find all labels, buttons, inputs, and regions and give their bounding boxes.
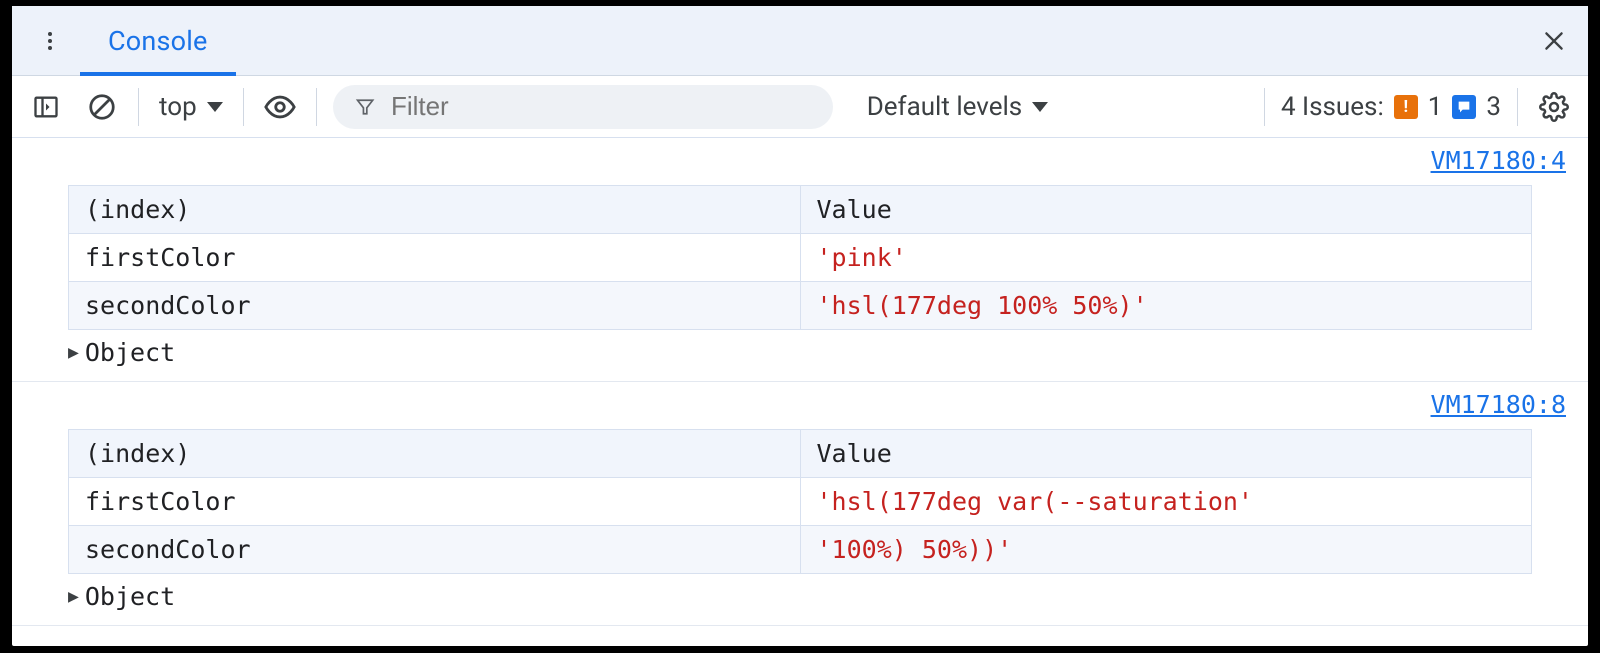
cell-key: firstColor (69, 478, 801, 526)
filter-icon (355, 96, 375, 118)
console-toolbar: top Default levels 4 Issues: ! 1 3 (12, 76, 1588, 138)
source-link[interactable]: VM17180:4 (1431, 146, 1566, 175)
object-label: Object (85, 582, 175, 611)
info-badge-icon (1452, 95, 1476, 119)
object-expander[interactable]: ▶ Object (68, 338, 1532, 367)
console-table: (index) Value firstColor 'hsl(177deg var… (68, 429, 1532, 574)
cell-value: '100%) 50%))' (800, 526, 1532, 574)
console-log-entry: VM17180:4 (index) Value firstColor 'pink… (12, 138, 1588, 382)
console-output: VM17180:4 (index) Value firstColor 'pink… (12, 138, 1588, 626)
table-header-value[interactable]: Value (800, 186, 1532, 234)
warning-badge-icon: ! (1394, 95, 1418, 119)
toolbar-separator (138, 88, 139, 126)
toggle-drawer-icon[interactable] (26, 87, 66, 127)
issues-counter[interactable]: 4 Issues: ! 1 3 (1281, 92, 1501, 122)
settings-icon[interactable] (1534, 87, 1574, 127)
table-row[interactable]: secondColor 'hsl(177deg 100% 50%)' (69, 282, 1532, 330)
table-row[interactable]: secondColor '100%) 50%))' (69, 526, 1532, 574)
chevron-down-icon (1032, 102, 1048, 112)
triangle-right-icon: ▶ (68, 586, 79, 607)
execution-context-selector[interactable]: top (155, 92, 227, 122)
cell-key: secondColor (69, 282, 801, 330)
warn-count: 1 (1428, 92, 1443, 122)
table-header-index[interactable]: (index) (69, 430, 801, 478)
source-link[interactable]: VM17180:8 (1431, 390, 1566, 419)
toolbar-separator (1517, 88, 1518, 126)
object-expander[interactable]: ▶ Object (68, 582, 1532, 611)
chevron-down-icon (207, 102, 223, 112)
issues-label: 4 Issues: (1281, 92, 1384, 122)
filter-input[interactable] (391, 91, 811, 122)
close-icon[interactable] (1532, 19, 1576, 63)
filter-input-wrapper[interactable] (333, 85, 833, 129)
cell-value: 'hsl(177deg var(--saturation' (800, 478, 1532, 526)
context-label: top (159, 92, 197, 122)
tab-console[interactable]: Console (80, 6, 236, 76)
levels-label: Default levels (867, 92, 1023, 122)
console-table: (index) Value firstColor 'pink' secondCo… (68, 185, 1532, 330)
table-row[interactable]: firstColor 'pink' (69, 234, 1532, 282)
cell-value: 'hsl(177deg 100% 50%)' (800, 282, 1532, 330)
tab-bar: Console (12, 6, 1588, 76)
cell-key: secondColor (69, 526, 801, 574)
console-log-entry: VM17180:8 (index) Value firstColor 'hsl(… (12, 382, 1588, 626)
cell-key: firstColor (69, 234, 801, 282)
table-header-value[interactable]: Value (800, 430, 1532, 478)
live-expression-icon[interactable] (260, 87, 300, 127)
cell-value: 'pink' (800, 234, 1532, 282)
clear-console-icon[interactable] (82, 87, 122, 127)
toolbar-separator (243, 88, 244, 126)
object-label: Object (85, 338, 175, 367)
devtools-frame: Console top Default levels (12, 6, 1588, 646)
toolbar-separator (316, 88, 317, 126)
toolbar-separator (1264, 88, 1265, 126)
log-level-selector[interactable]: Default levels (867, 92, 1049, 122)
triangle-right-icon: ▶ (68, 342, 79, 363)
info-count: 3 (1486, 92, 1501, 122)
more-options-icon[interactable] (26, 17, 74, 65)
table-header-index[interactable]: (index) (69, 186, 801, 234)
table-row[interactable]: firstColor 'hsl(177deg var(--saturation' (69, 478, 1532, 526)
